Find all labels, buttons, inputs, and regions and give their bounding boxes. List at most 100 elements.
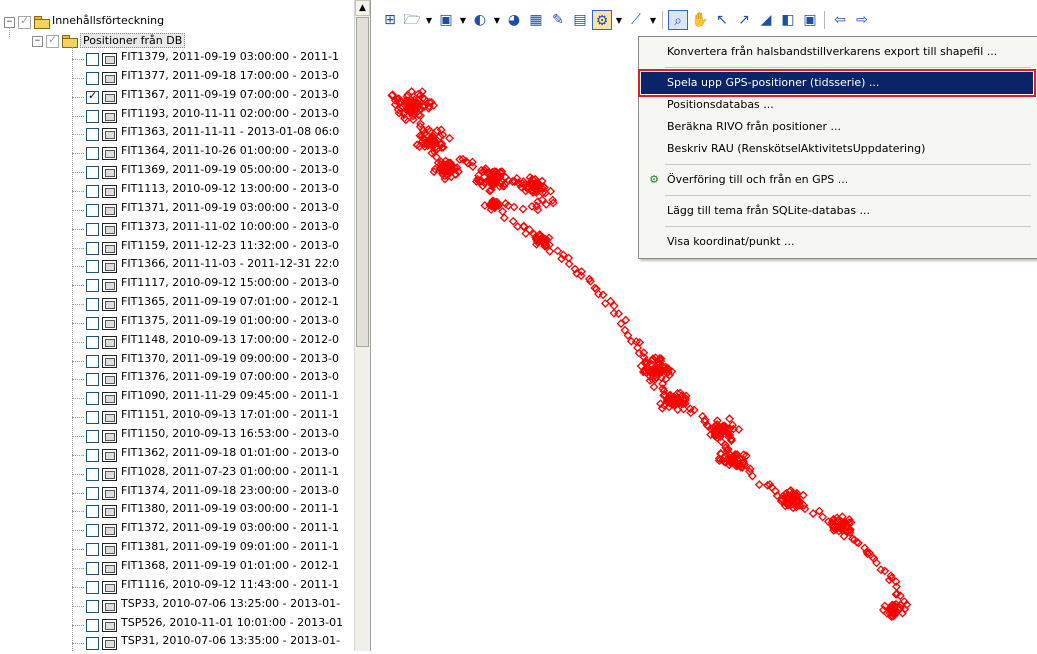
layer-checkbox[interactable] — [86, 561, 99, 575]
forward-arrow-icon[interactable]: ⇨ — [852, 10, 872, 30]
layer-label[interactable]: FIT1374, 2011-09-18 23:00:00 - 2013-0 — [121, 484, 339, 497]
layer-label[interactable]: TSP33, 2010-07-06 13:25:00 - 2013-01- — [121, 597, 340, 610]
layer-checkbox[interactable] — [86, 128, 99, 142]
layer-checkbox[interactable]: ✓ — [86, 89, 99, 104]
back-arrow-icon[interactable]: ⇦ — [830, 10, 850, 30]
root-checkbox[interactable]: ✓ — [18, 14, 31, 29]
layer-label[interactable]: FIT1363, 2011-11-11 - 2013-01-08 06:0 — [121, 125, 339, 138]
layer-label[interactable]: FIT1364, 2011-10-26 01:00:00 - 2013-0 — [121, 144, 339, 157]
layer-label[interactable]: FIT1381, 2011-09-19 09:01:00 - 2011-1 — [121, 540, 339, 553]
layer-label[interactable]: FIT1159, 2011-12-23 11:32:00 - 2013-0 — [121, 239, 339, 252]
layer-checkbox[interactable] — [86, 411, 99, 425]
menu-item[interactable]: Konvertera från halsbandstillverkarens e… — [641, 41, 1033, 63]
scroll-up-arrow-icon[interactable]: ▲ — [355, 0, 370, 16]
grid-icon[interactable]: ▦ — [526, 10, 546, 30]
globe-icon[interactable]: ◕ — [504, 10, 524, 30]
layer-label[interactable]: FIT1377, 2011-09-18 17:00:00 - 2013-0 — [121, 69, 339, 82]
layer-checkbox[interactable] — [86, 166, 99, 180]
layer-label[interactable]: FIT1116, 2010-09-12 11:43:00 - 2011-1 — [121, 578, 339, 591]
layer-checkbox[interactable] — [86, 543, 99, 557]
layer-label[interactable]: FIT1193, 2010-11-11 02:00:00 - 2013-0 — [121, 107, 339, 120]
layer-checkbox[interactable] — [86, 430, 99, 443]
measure-icon[interactable]: ◢ — [756, 10, 776, 30]
layer-label[interactable]: FIT1148, 2010-09-13 17:00:00 - 2012-0 — [121, 333, 339, 346]
layer-label[interactable]: FIT1151, 2010-09-13 17:01:00 - 2011-1 — [121, 408, 339, 421]
collapse-group-icon[interactable]: − — [32, 36, 43, 47]
layer-checkbox[interactable] — [86, 71, 99, 85]
layer-checkbox[interactable] — [86, 618, 99, 632]
layer-checkbox[interactable] — [86, 524, 99, 538]
open-folder-icon[interactable]: 🗁 — [402, 10, 422, 30]
layer-label[interactable]: FIT1370, 2011-09-19 09:00:00 - 2013-0 — [121, 352, 339, 365]
menu-item[interactable]: Beräkna RIVO från positioner ... — [641, 116, 1033, 138]
layer-label[interactable]: FIT1113, 2010-09-12 13:00:00 - 2013-0 — [121, 182, 339, 195]
layer-label[interactable]: FIT1367, 2011-09-19 07:00:00 - 2013-0 — [121, 88, 339, 101]
select-icon[interactable]: ↖ — [712, 10, 732, 30]
layer-checkbox[interactable] — [86, 354, 99, 368]
toc-root-label[interactable]: Innehållsförteckning — [52, 14, 164, 27]
layer-checkbox[interactable] — [86, 147, 99, 161]
layer-checkbox[interactable] — [86, 184, 99, 198]
layer-label[interactable]: FIT1362, 2011-09-18 01:01:00 - 2013-0 — [121, 446, 339, 459]
layer-checkbox[interactable] — [86, 279, 99, 293]
layer-label[interactable]: FIT1380, 2011-09-19 03:00:00 - 2011-1 — [121, 502, 339, 515]
find-icon[interactable]: ◧ — [778, 10, 798, 30]
toc-scrollbar[interactable]: ▲ — [354, 0, 370, 651]
layer-checkbox[interactable] — [86, 298, 99, 312]
layer-label[interactable]: FIT1371, 2011-09-19 03:00:00 - 2013-0 — [121, 201, 339, 214]
layer-label[interactable]: FIT1090, 2011-11-29 09:45:00 - 2011-1 — [121, 389, 339, 402]
dropdown-arrow-icon[interactable]: ▼ — [614, 12, 624, 30]
layer-label[interactable]: FIT1376, 2011-09-19 07:00:00 - 2013-0 — [121, 370, 339, 383]
menu-item[interactable]: Positionsdatabas ... — [641, 94, 1033, 116]
layer-checkbox[interactable] — [86, 222, 99, 236]
layer-checkbox[interactable] — [86, 109, 99, 123]
menu-item[interactable]: Visa koordinat/punkt ... — [641, 231, 1033, 253]
layer-label[interactable]: FIT1028, 2011-07-23 01:00:00 - 2011-1 — [121, 465, 339, 478]
layer-checkbox[interactable] — [86, 637, 99, 651]
layer-label[interactable]: FIT1372, 2011-09-19 03:00:00 - 2011-1 — [121, 521, 339, 534]
dropdown-arrow-icon[interactable]: ▼ — [424, 12, 434, 30]
layer-checkbox[interactable] — [86, 467, 99, 481]
group-checkbox[interactable]: ✓ — [46, 33, 59, 48]
layer-checkbox[interactable] — [86, 392, 99, 406]
gps-tools-icon[interactable]: ⚙ — [592, 10, 612, 30]
layer-label[interactable]: FIT1379, 2011-09-19 03:00:00 - 2011-1 — [121, 50, 339, 63]
layout-icon[interactable]: ▣ — [800, 10, 820, 30]
layer-checkbox[interactable] — [86, 203, 99, 217]
draw-line-icon[interactable]: ⟋ — [626, 10, 646, 30]
dropdown-arrow-icon[interactable]: ▼ — [492, 12, 502, 30]
layer-checkbox[interactable] — [86, 335, 99, 349]
pan-icon[interactable]: ✋ — [690, 10, 710, 30]
identify-icon[interactable]: ↗ — [734, 10, 754, 30]
menu-item[interactable]: Spela upp GPS-positioner (tidsserie) ... — [638, 69, 1036, 97]
menu-item[interactable]: ⚙ Överföring till och från en GPS ... — [641, 169, 1033, 191]
save-icon[interactable]: ▣ — [436, 10, 456, 30]
layer-label[interactable]: FIT1375, 2011-09-19 01:00:00 - 2013-0 — [121, 314, 339, 327]
layer-checkbox[interactable] — [86, 373, 99, 387]
layer-checkbox[interactable] — [86, 260, 99, 274]
layer-checkbox[interactable] — [86, 580, 99, 594]
layer-checkbox[interactable] — [86, 448, 99, 462]
layer-checkbox[interactable] — [86, 486, 99, 500]
table-icon[interactable]: ▤ — [570, 10, 590, 30]
layer-checkbox[interactable] — [86, 505, 99, 519]
layer-checkbox[interactable] — [86, 599, 99, 613]
layer-label[interactable]: FIT1365, 2011-09-19 07:01:00 - 2012-1 — [121, 295, 339, 308]
zoom-icon[interactable]: ⌕ — [668, 10, 688, 30]
layer-label[interactable]: FIT1117, 2010-09-12 15:00:00 - 2013-0 — [121, 276, 339, 289]
dropdown-arrow-icon[interactable]: ▼ — [458, 12, 468, 30]
layer-label[interactable]: FIT1373, 2011-11-02 10:00:00 - 2013-0 — [121, 220, 339, 233]
layer-checkbox[interactable] — [86, 53, 99, 66]
layer-label[interactable]: FIT1369, 2011-09-19 05:00:00 - 2013-0 — [121, 163, 339, 176]
add-layer-icon[interactable]: ⊞ — [380, 10, 400, 30]
layer-checkbox[interactable] — [86, 316, 99, 330]
layer-label[interactable]: FIT1150, 2010-09-13 16:53:00 - 2013-0 — [121, 427, 339, 440]
layer-checkbox[interactable] — [86, 241, 99, 255]
menu-item[interactable]: Beskriv RAU (RenskötselAktivitetsUppdate… — [641, 138, 1033, 160]
layer-label[interactable]: FIT1366, 2011-11-03 - 2011-12-31 22:0 — [121, 257, 339, 270]
layer-label[interactable]: TSP526, 2010-11-01 10:01:00 - 2013-01 — [121, 616, 343, 629]
layer-label[interactable]: TSP31, 2010-07-06 13:35:00 - 2013-01- — [121, 634, 340, 647]
theme-icon[interactable]: ◐ — [470, 10, 490, 30]
scroll-thumb[interactable] — [356, 17, 369, 347]
menu-item[interactable]: Lägg till tema från SQLite-databas ... — [641, 200, 1033, 222]
